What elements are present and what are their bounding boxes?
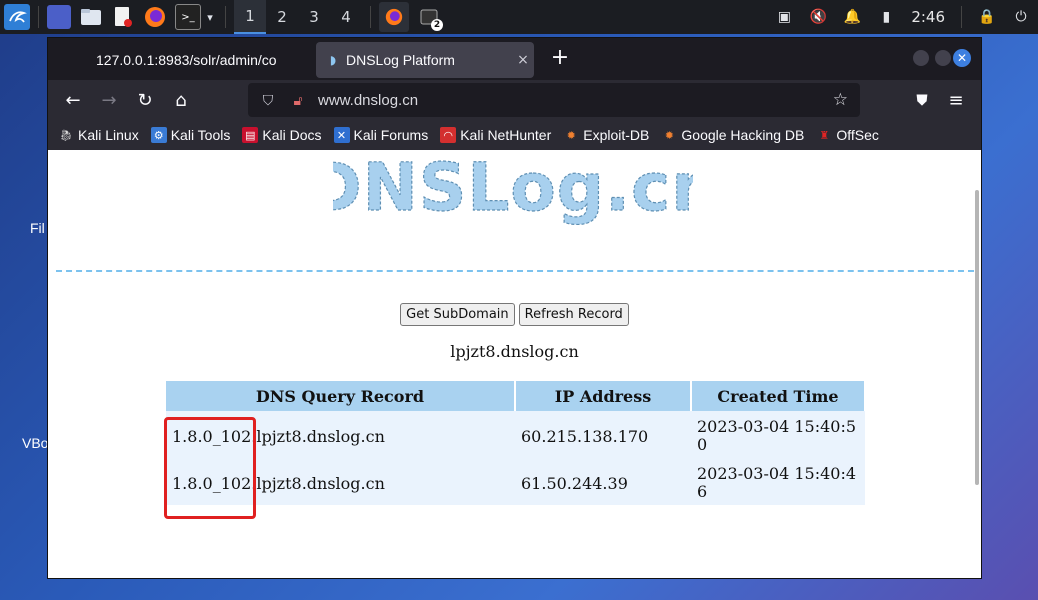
tray-separator (961, 6, 962, 28)
exploitdb-icon: ✹ (566, 129, 576, 142)
nethunter-icon: ◠ (440, 127, 457, 143)
address-bar[interactable]: ⛉ 🔓︎ www.dnslog.cn ☆ (248, 83, 860, 117)
bookmark-label: Kali NetHunter (460, 127, 552, 143)
insecure-lock-icon[interactable]: 🔓︎ (288, 92, 308, 109)
menu-icon[interactable]: ≡ (941, 85, 971, 115)
firefox-window-icon[interactable] (379, 2, 409, 32)
close-window-button[interactable]: ✕ (953, 49, 971, 67)
taskbar-separator (38, 6, 39, 28)
bookmark-exploit-db[interactable]: ✹ Exploit-DB (563, 127, 650, 143)
kali-dragon-icon: 🐉︎ (59, 129, 73, 142)
created-time-cell: 2023-03-04 15:40:46 (691, 461, 865, 505)
new-tab-button[interactable]: + (548, 46, 572, 70)
logout-icon[interactable]: ⏻ (1010, 6, 1032, 28)
bookmark-kali-linux[interactable]: 🐉︎ Kali Linux (58, 127, 139, 143)
desktop-icon-label[interactable]: Fil (30, 220, 45, 236)
workspace-1[interactable]: 1 (234, 0, 266, 34)
bookmark-label: Kali Forums (353, 127, 429, 143)
column-header: DNS Query Record (166, 381, 516, 411)
taskbar: >_ ▾ 1 2 3 4 2 ▣ 🔇 🔔 ▮ 2:46 🔒 ⏻ (0, 0, 1038, 34)
ip-address-cell: 61.50.244.39 (515, 461, 691, 505)
kali-forums-icon: ✕ (333, 127, 350, 143)
url-text[interactable]: www.dnslog.cn (318, 92, 418, 109)
home-button[interactable]: ⌂ (166, 85, 196, 115)
bookmark-kali-nethunter[interactable]: ◠ Kali NetHunter (440, 127, 551, 143)
bookmark-label: Kali Linux (78, 127, 139, 143)
bookmark-label: Kali Docs (262, 127, 322, 143)
table-row: 1.8.0_102.lpjzt8.dnslog.cn 60.215.138.17… (166, 411, 865, 461)
tab-solr-admin[interactable]: 127.0.0.1:8983/solr/admin/co (56, 42, 318, 78)
bookmark-google-hacking-db[interactable]: ✹ Google Hacking DB (661, 127, 805, 143)
refresh-record-button[interactable]: Refresh Record (518, 303, 629, 326)
kali-docs-icon: ▤ (242, 127, 259, 143)
tab-dnslog[interactable]: ◗ DNSLog Platform × (316, 42, 534, 78)
column-header: IP Address (515, 381, 692, 411)
bookmark-star-icon[interactable]: ☆ (833, 90, 848, 110)
back-button[interactable]: ← (58, 85, 88, 115)
workspace-4[interactable]: 4 (330, 0, 362, 34)
minimize-button[interactable] (913, 50, 929, 66)
bookmark-label: OffSec (836, 127, 879, 143)
maximize-button[interactable] (935, 50, 951, 66)
dashed-divider (56, 270, 974, 272)
kali-tools-icon: ⚙ (150, 127, 167, 143)
workspace-2[interactable]: 2 (266, 0, 298, 34)
lock-icon[interactable]: 🔒 (976, 6, 998, 28)
clock[interactable]: 2:46 (911, 8, 945, 26)
text-editor-icon[interactable] (111, 5, 135, 29)
table-row: 1.8.0_102.lpjzt8.dnslog.cn 61.50.244.39 … (166, 461, 865, 505)
kali-menu-icon[interactable] (4, 4, 30, 30)
battery-icon[interactable]: ▮ (875, 6, 897, 28)
terminal-window-icon[interactable]: 2 (417, 5, 443, 31)
table-header-row: DNS Query Record IP Address Created Time (166, 381, 866, 411)
logo-text: DNSLog.cn (333, 150, 693, 225)
bookmark-label: Kali Tools (170, 127, 231, 143)
forward-button[interactable]: → (94, 85, 124, 115)
bookmark-kali-docs[interactable]: ▤ Kali Docs (242, 127, 322, 143)
notification-bell-icon[interactable]: 🔔 (841, 6, 863, 28)
terminal-icon[interactable]: >_ (175, 4, 201, 30)
bookmark-kali-tools[interactable]: ⚙ Kali Tools (150, 127, 231, 143)
firefox-icon[interactable] (143, 5, 167, 29)
dnslog-favicon-icon: ◗ (329, 53, 337, 67)
close-tab-icon[interactable]: × (512, 52, 534, 68)
reload-button[interactable]: ↻ (130, 85, 160, 115)
taskbar-separator (225, 6, 226, 28)
subdomain-text: lpjzt8.dnslog.cn (450, 342, 579, 361)
show-desktop-icon[interactable] (47, 5, 71, 29)
pocket-icon[interactable]: ⛊ (907, 85, 937, 115)
window-count-badge: 2 (431, 19, 443, 31)
red-highlight-box (164, 417, 256, 519)
offsec-icon: ♜ (819, 129, 830, 142)
tab-bar: 127.0.0.1:8983/solr/admin/co ◗ DNSLog Pl… (48, 38, 981, 80)
workspace-3[interactable]: 3 (298, 0, 330, 34)
dns-record-table: DNS Query Record IP Address Created Time… (166, 381, 866, 505)
page-scrollbar[interactable] (975, 190, 979, 485)
tab-title: 127.0.0.1:8983/solr/admin/co (96, 52, 277, 68)
column-header: Created Time (691, 381, 866, 411)
bookmark-kali-forums[interactable]: ✕ Kali Forums (333, 127, 429, 143)
chevron-down-icon[interactable]: ▾ (203, 5, 217, 29)
bookmark-label: Google Hacking DB (681, 127, 805, 143)
get-subdomain-button[interactable]: Get SubDomain (400, 303, 515, 326)
navigation-bar: ← → ↻ ⌂ ⛉ 🔓︎ www.dnslog.cn ☆ ⛊ ≡ (48, 80, 981, 120)
created-time-cell: 2023-03-04 15:40:50 (691, 411, 865, 461)
desktop-icon-label[interactable]: VBo (22, 435, 48, 451)
dnslog-logo: DNSLog.cn (333, 150, 693, 225)
tab-title: DNSLog Platform (346, 52, 455, 68)
volume-muted-icon[interactable]: 🔇 (807, 6, 829, 28)
taskbar-separator (370, 6, 371, 28)
shield-icon[interactable]: ⛉ (258, 92, 278, 109)
ip-address-cell: 60.215.138.170 (515, 411, 691, 461)
browser-window: 127.0.0.1:8983/solr/admin/co ◗ DNSLog Pl… (47, 37, 982, 579)
bookmark-label: Exploit-DB (583, 127, 650, 143)
system-tray: ▣ 🔇 🔔 ▮ 2:46 🔒 ⏻ (767, 0, 1038, 34)
ghdb-icon: ✹ (664, 129, 674, 142)
screen-icon[interactable]: ▣ (773, 6, 795, 28)
page-content: DNSLog.cn Get SubDomain Refresh Record l… (48, 150, 981, 578)
bookmarks-toolbar: 🐉︎ Kali Linux ⚙ Kali Tools ▤ Kali Docs ✕ Kal… (48, 120, 981, 150)
bookmark-offsec[interactable]: ♜ OffSec (816, 127, 879, 143)
file-manager-icon[interactable] (79, 5, 103, 29)
button-row: Get SubDomain Refresh Record (48, 303, 981, 326)
